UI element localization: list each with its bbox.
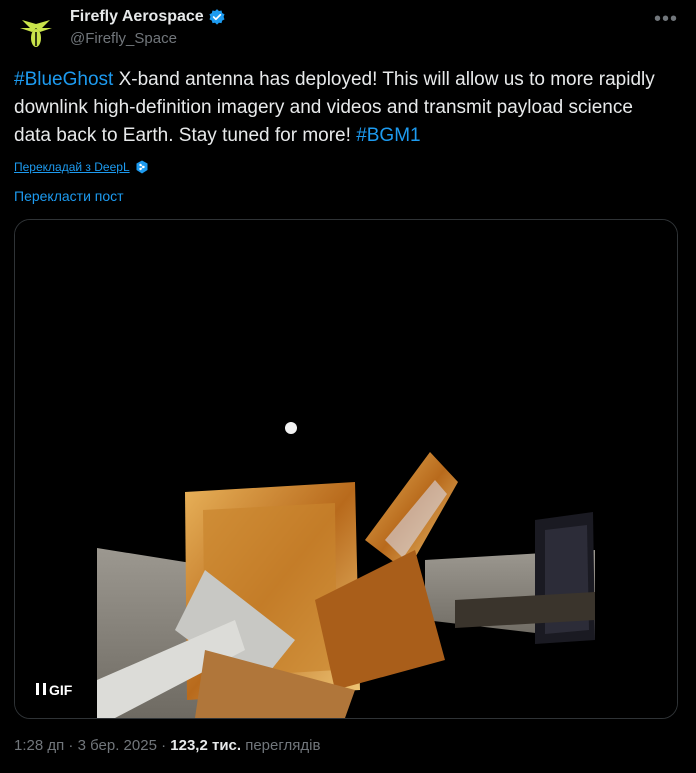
verified-badge-icon [209,9,225,25]
tweet-time[interactable]: 1:28 дп [14,737,64,754]
views-label: переглядів [245,737,321,754]
footer-separator: · [156,737,171,754]
deepl-translate-label: Перекладай з DeepL [14,160,130,174]
handle[interactable]: @Firefly_Space [70,30,226,47]
gif-label: GIF [49,682,73,698]
more-options-icon[interactable]: ••• [654,8,678,31]
author-names: Firefly Aerospace @Firefly_Space [70,8,226,47]
translate-post-link[interactable]: Перекласти пост [14,188,124,204]
tweet-footer: 1:28 дп · 3 бер. 2025 · 123,2 тис. перег… [14,737,320,754]
avatar[interactable] [14,10,58,54]
hashtag-blueghost[interactable]: #BlueGhost [14,69,113,90]
views-count: 123,2 тис. [170,737,242,754]
deepl-icon [136,160,148,174]
lander-image [15,220,677,718]
deepl-translate-link[interactable]: Перекладай з DeepL [14,160,149,174]
media-gif[interactable]: GIF [14,219,678,719]
gif-controls: GIF [35,682,72,698]
hashtag-bgm1[interactable]: #BGM1 [356,125,420,146]
display-name[interactable]: Firefly Aerospace [70,8,204,26]
tweet-text: #BlueGhost X-band antenna has deployed! … [14,66,674,150]
tweet-header: Firefly Aerospace @Firefly_Space ••• [14,6,682,56]
tweet-date[interactable]: 3 бер. 2025 [78,737,157,754]
footer-separator: · [64,737,78,754]
firefly-logo-icon [20,20,52,47]
